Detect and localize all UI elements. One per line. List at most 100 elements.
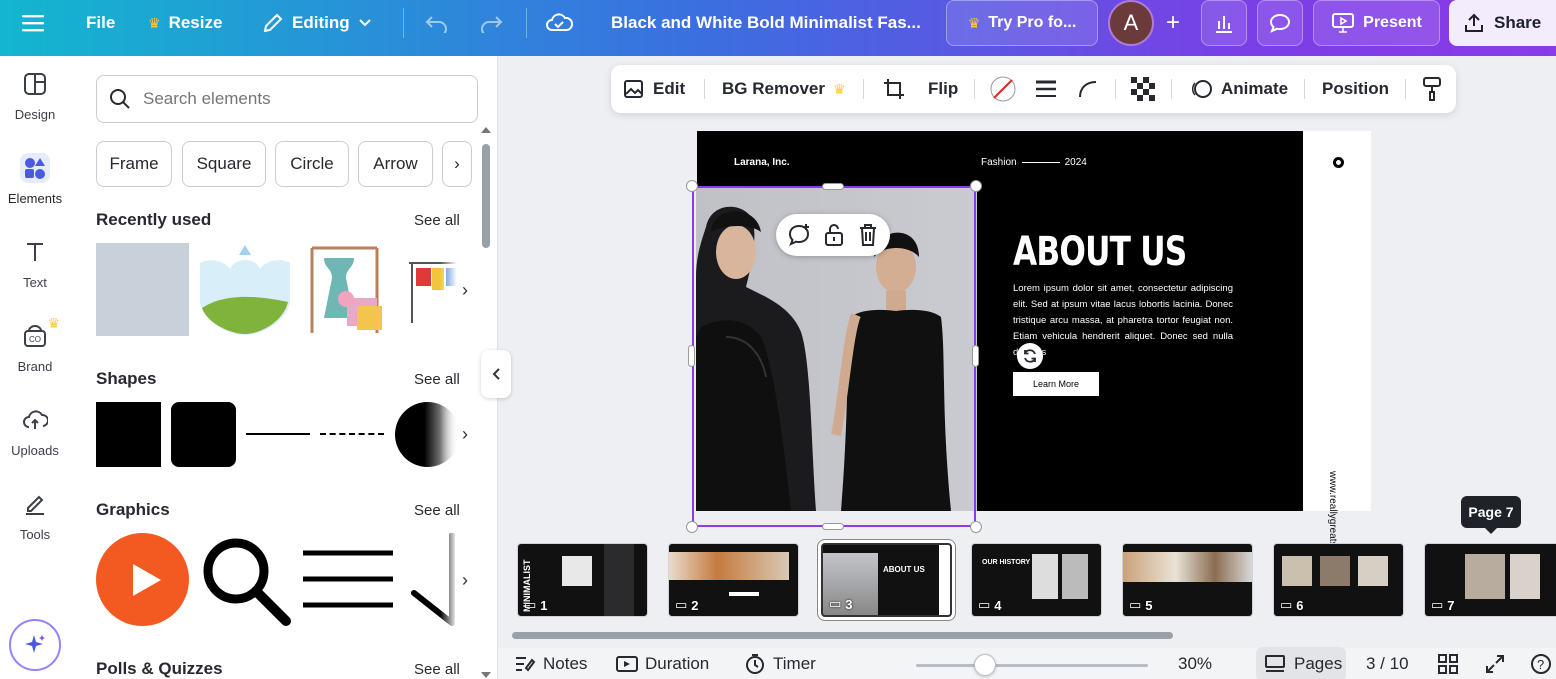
pages-button[interactable]: Pages (1256, 647, 1346, 679)
add-collaborator-button[interactable]: + (1156, 0, 1190, 46)
thumb-art (669, 552, 789, 580)
thumbnail-scrollbar[interactable] (512, 632, 1173, 639)
slide-title[interactable]: ABOUT US (1013, 229, 1187, 275)
panel-scrollbar[interactable] (482, 144, 490, 248)
corner-rounding-icon[interactable] (1077, 65, 1099, 113)
flip-button[interactable]: Flip (928, 65, 958, 113)
page-thumbnail-3[interactable]: ABOUT US ▭ 3 (821, 543, 952, 617)
zoom-slider-track[interactable] (916, 664, 1148, 667)
edit-image-button[interactable]: Edit (623, 65, 685, 113)
recent-item-dress-rack[interactable] (302, 243, 396, 336)
file-menu[interactable]: File (86, 0, 115, 46)
lock-icon[interactable] (823, 223, 845, 247)
position-button[interactable]: Position (1322, 65, 1389, 113)
page-counter[interactable]: 3 / 10 (1366, 648, 1409, 679)
editing-dropdown[interactable]: Editing (262, 0, 372, 46)
resize-handle-top[interactable] (822, 183, 844, 190)
rail-item-design[interactable]: Design (0, 56, 70, 134)
try-pro-button[interactable]: ♛ Try Pro fo... (946, 0, 1098, 46)
recent-item-landscape[interactable] (198, 243, 292, 336)
chips-next-button[interactable]: › (442, 141, 472, 187)
timer-button[interactable]: Timer (744, 648, 816, 679)
graphics-next-arrow[interactable]: › (440, 533, 468, 627)
see-all-recent[interactable]: See all (414, 212, 460, 229)
slide-body-text[interactable]: Lorem ipsum dolor sit amet, consectetur … (1013, 281, 1233, 361)
page-thumbnail-2[interactable]: ▭ 2 (668, 543, 799, 617)
help-icon[interactable]: ? (1530, 648, 1552, 679)
resize-handle-right[interactable] (972, 345, 979, 367)
rail-item-brand[interactable]: CO ♛ Brand (0, 308, 70, 386)
undo-icon[interactable] (424, 0, 450, 46)
transparency-icon[interactable] (1131, 65, 1155, 113)
crop-icon[interactable] (882, 65, 906, 113)
shape-dashed-line[interactable] (320, 433, 384, 435)
graphic-magnifier[interactable] (198, 533, 292, 626)
chip-square[interactable]: Square (182, 141, 266, 187)
page-thumbnail-5[interactable]: ▭ 5 (1122, 543, 1253, 617)
trash-icon[interactable] (857, 223, 879, 247)
rail-item-elements[interactable]: Elements (0, 140, 70, 218)
document-title[interactable]: Black and White Bold Minimalist Fas... (611, 0, 921, 46)
graphic-hamburger[interactable] (300, 533, 394, 626)
magic-assistant-button[interactable] (9, 619, 61, 671)
rotate-handle-icon[interactable] (1017, 343, 1043, 369)
chip-arrow[interactable]: Arrow (358, 141, 433, 187)
border-style-icon[interactable] (1035, 65, 1057, 113)
shapes-next-arrow[interactable]: › (440, 387, 468, 481)
resize-handle-left[interactable] (688, 345, 695, 367)
rail-item-text[interactable]: Text (0, 224, 70, 302)
scroll-down-icon[interactable] (481, 672, 491, 678)
rail-item-uploads[interactable]: Uploads (0, 392, 70, 470)
slide-fashion-label[interactable]: Fashion 2024 (981, 157, 1087, 168)
comments-button[interactable] (1257, 0, 1303, 46)
resize-handle-bottom[interactable] (822, 523, 844, 530)
page-thumbnail-6[interactable]: ▭ 6 (1273, 543, 1404, 617)
cloud-saved-icon[interactable] (545, 0, 573, 46)
resize-handle-bottom-left[interactable] (686, 521, 698, 533)
shape-rounded-square[interactable] (171, 402, 236, 467)
avatar[interactable]: A (1108, 0, 1154, 46)
chip-circle[interactable]: Circle (275, 141, 349, 187)
shape-square[interactable] (96, 402, 161, 467)
rail-item-tools[interactable]: Tools (0, 476, 70, 554)
see-all-shapes[interactable]: See all (414, 371, 460, 388)
zoom-value[interactable]: 30% (1178, 648, 1212, 679)
present-button[interactable]: Present (1313, 0, 1440, 46)
copy-style-icon[interactable] (1421, 65, 1443, 113)
redo-icon[interactable] (478, 0, 504, 46)
bg-remover-button[interactable]: BG Remover ♛ (722, 65, 846, 113)
animate-button[interactable]: Animate (1189, 65, 1288, 113)
recent-next-arrow[interactable]: › (440, 243, 468, 337)
resize-handle-bottom-right[interactable] (970, 521, 982, 533)
page-thumbnail-1[interactable]: MINIMALIST ▭ 1 (517, 543, 648, 617)
slide-company-name[interactable]: Larana, Inc. (734, 157, 790, 168)
collapse-panel-button[interactable] (481, 350, 511, 398)
recent-item-blank[interactable] (96, 243, 189, 336)
resize-handle-top-left[interactable] (686, 180, 698, 192)
search-box[interactable] (96, 75, 478, 123)
add-comment-icon[interactable] (788, 223, 812, 247)
resize-handle-top-right[interactable] (970, 180, 982, 192)
shape-line[interactable] (246, 433, 310, 435)
slide-logo-icon[interactable] (1333, 157, 1344, 168)
fullscreen-icon[interactable] (1484, 648, 1506, 679)
resize-button[interactable]: ♛ Resize (148, 0, 222, 46)
scroll-up-icon[interactable] (481, 127, 491, 133)
graphic-play-button[interactable] (96, 533, 189, 626)
notes-button[interactable]: Notes (514, 648, 587, 679)
see-all-graphics[interactable]: See all (414, 502, 460, 519)
search-input[interactable] (143, 89, 463, 109)
see-all-polls[interactable]: See all (414, 661, 460, 678)
zoom-slider-knob[interactable] (974, 654, 996, 676)
present-icon: ▭ (829, 596, 842, 611)
grid-view-icon[interactable] (1438, 648, 1458, 679)
page-thumbnail-7[interactable]: ▭ 7 (1424, 543, 1556, 617)
insights-button[interactable] (1201, 0, 1247, 46)
border-color-icon[interactable] (989, 65, 1017, 113)
page-thumbnail-4[interactable]: OUR HISTORY ▭ 4 (971, 543, 1102, 617)
chip-frame[interactable]: Frame (96, 141, 172, 187)
share-button[interactable]: Share (1449, 0, 1556, 46)
menu-icon[interactable] (22, 0, 46, 46)
duration-button[interactable]: Duration (616, 648, 709, 679)
slide-learn-more-button[interactable]: Learn More (1013, 372, 1099, 396)
